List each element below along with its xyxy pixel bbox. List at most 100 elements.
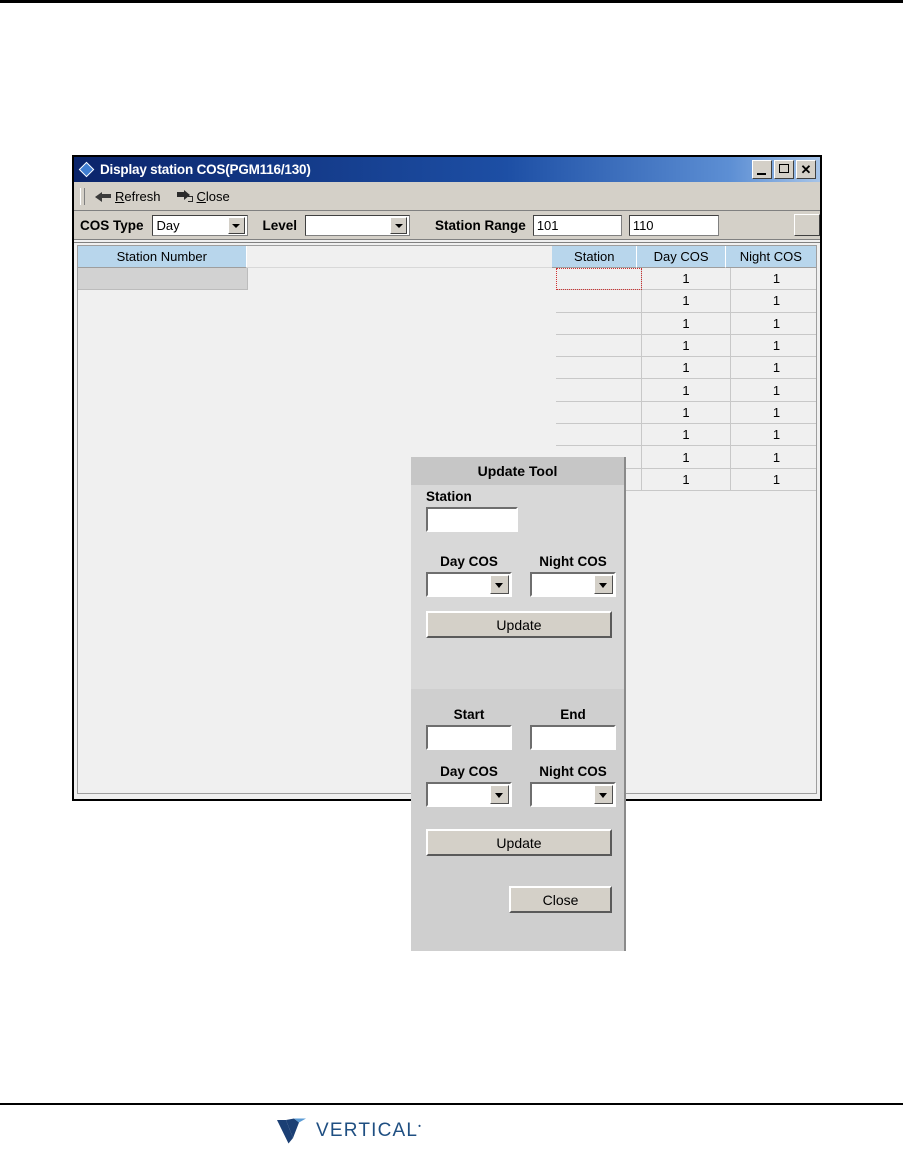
station-number-placeholder-cell[interactable] — [78, 268, 248, 290]
single-station-input[interactable] — [426, 507, 518, 532]
cell-night-cos[interactable]: 1 — [731, 334, 816, 358]
toolbar-item-close-label: Close — [196, 188, 230, 204]
vertical-logo-icon — [277, 1118, 307, 1144]
page-bottom-rule — [0, 1103, 903, 1105]
minimize-button[interactable] — [752, 160, 772, 179]
range-day-cos-select[interactable] — [426, 782, 512, 807]
table-row[interactable]: 11 — [556, 379, 816, 402]
cell-night-cos[interactable]: 1 — [731, 468, 816, 491]
cell-day-cos[interactable]: 1 — [642, 357, 731, 380]
cell-night-cos[interactable]: 1 — [731, 379, 816, 402]
chevron-down-icon[interactable] — [594, 785, 613, 804]
page-top-rule — [0, 0, 903, 3]
table-row[interactable]: 11 — [556, 268, 816, 291]
cell-day-cos[interactable]: 1 — [642, 379, 731, 402]
chevron-down-icon[interactable] — [490, 575, 509, 594]
close-window-button[interactable]: ✕ — [796, 160, 816, 179]
cos-type-select[interactable]: Day — [151, 214, 248, 236]
cell-station[interactable] — [556, 379, 642, 402]
cell-station[interactable] — [556, 312, 642, 335]
cos-type-value: Day — [156, 217, 180, 233]
cell-day-cos[interactable]: 1 — [642, 290, 731, 313]
cell-station[interactable] — [556, 290, 642, 313]
cell-day-cos[interactable]: 1 — [642, 401, 731, 425]
window-titlebar: Display station COS(PGM116/130) ✕ — [74, 157, 820, 182]
range-update-button[interactable]: Update — [426, 829, 612, 856]
cell-day-cos[interactable]: 1 — [642, 424, 731, 447]
level-select[interactable] — [305, 214, 411, 236]
station-range-to-input[interactable]: 110 — [628, 214, 719, 236]
update-tool-panel: Update Tool Station Day COS Night COS Up… — [411, 457, 626, 951]
column-header-station-number[interactable]: Station Number — [78, 246, 247, 268]
cell-station[interactable] — [556, 357, 642, 380]
single-night-cos-label: Night COS — [539, 554, 607, 569]
table-row[interactable]: 11 — [556, 424, 816, 447]
single-night-cos-select[interactable] — [530, 572, 616, 597]
maximize-button[interactable] — [774, 160, 794, 179]
exit-door-icon — [176, 189, 194, 203]
cell-station[interactable] — [556, 268, 642, 291]
range-cos-row: Day COS Night COS — [426, 764, 616, 807]
toolbar-item-refresh-label: Refresh — [115, 188, 161, 204]
filter-bar: COS Type Day Level Station Range 101 110 — [74, 211, 820, 240]
single-station-label: Station — [426, 489, 472, 504]
cell-night-cos[interactable]: 1 — [731, 424, 816, 447]
cell-night-cos[interactable]: 1 — [731, 290, 816, 313]
table-row[interactable]: 11 — [556, 357, 816, 380]
cell-night-cos[interactable]: 1 — [731, 357, 816, 380]
single-cos-row: Day COS Night COS — [426, 554, 616, 597]
range-bounds-row: Start End — [426, 707, 616, 750]
column-header-day-cos[interactable]: Day COS — [637, 246, 726, 268]
cos-type-label: COS Type — [80, 217, 144, 233]
update-tool-title: Update Tool — [411, 457, 624, 485]
cell-night-cos[interactable]: 1 — [731, 401, 816, 425]
range-night-cos-label: Night COS — [539, 764, 607, 779]
toolbar-item-refresh[interactable]: Refresh — [95, 189, 161, 204]
window-title: Display station COS(PGM116/130) — [100, 162, 311, 177]
table-row[interactable]: 11 — [556, 290, 816, 313]
window-controls: ✕ — [752, 160, 818, 179]
table-row[interactable]: 11 — [556, 401, 816, 425]
column-header-station[interactable]: Station — [552, 246, 638, 268]
toolbar-item-close[interactable]: Close — [176, 188, 230, 204]
arrow-left-icon — [95, 190, 112, 203]
cell-day-cos[interactable]: 1 — [642, 446, 731, 469]
cell-day-cos[interactable]: 1 — [642, 334, 731, 358]
range-start-label: Start — [453, 707, 485, 722]
chevron-down-icon[interactable] — [490, 785, 509, 804]
cell-station[interactable] — [556, 424, 642, 447]
cell-station[interactable] — [556, 334, 642, 358]
grid-header-gap — [246, 246, 553, 268]
cell-day-cos[interactable]: 1 — [642, 468, 731, 491]
cell-station[interactable] — [556, 401, 642, 425]
level-label: Level — [262, 217, 298, 233]
table-row[interactable]: 11 — [556, 312, 816, 335]
toolbar-grip[interactable] — [80, 187, 85, 205]
table-row[interactable]: 11 — [556, 334, 816, 358]
update-tool-range-section: Start End Day COS Night COS Update Close — [411, 689, 624, 951]
single-update-button[interactable]: Update — [426, 611, 612, 638]
grid-header-row: Station Number Station Day COS Night COS — [78, 246, 816, 268]
cell-day-cos[interactable]: 1 — [642, 312, 731, 335]
range-start-input[interactable] — [426, 725, 512, 750]
chevron-down-icon[interactable] — [390, 216, 408, 234]
brand-footer: VERTICAL• — [277, 1118, 422, 1144]
range-night-cos-select[interactable] — [530, 782, 616, 807]
application-window: Display station COS(PGM116/130) ✕ Refres… — [72, 155, 822, 951]
station-range-from-input[interactable]: 101 — [532, 214, 622, 236]
cell-night-cos[interactable]: 1 — [731, 268, 816, 291]
update-tool-single-section: Station Day COS Night COS Update — [411, 485, 624, 689]
chevron-down-icon[interactable] — [227, 216, 245, 234]
station-range-label: Station Range — [435, 217, 526, 233]
cell-day-cos[interactable]: 1 — [642, 268, 731, 291]
column-header-night-cos[interactable]: Night COS — [725, 246, 816, 268]
range-end-input[interactable] — [530, 725, 616, 750]
toolbar: Refresh Close — [74, 182, 820, 211]
chevron-down-icon[interactable] — [594, 575, 613, 594]
single-day-cos-select[interactable] — [426, 572, 512, 597]
filter-extra-button[interactable] — [794, 214, 820, 236]
single-day-cos-label: Day COS — [440, 554, 498, 569]
cell-night-cos[interactable]: 1 — [731, 446, 816, 469]
update-tool-close-button[interactable]: Close — [509, 886, 612, 913]
cell-night-cos[interactable]: 1 — [731, 312, 816, 335]
